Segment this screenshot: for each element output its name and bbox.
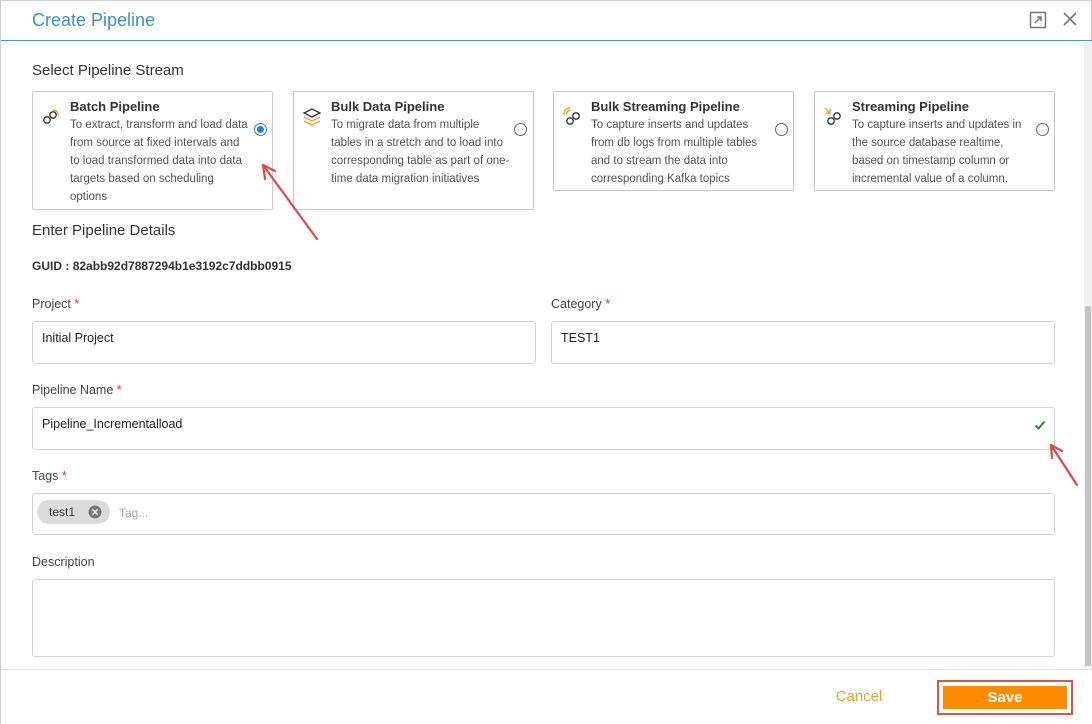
dialog-header: Create Pipeline bbox=[1, 1, 1092, 41]
pipeline-name-input[interactable]: Pipeline_Incrementalload bbox=[32, 407, 1055, 450]
expand-icon[interactable] bbox=[1029, 11, 1047, 29]
guid-value: 82abb92d7887294b1e3192c7ddbb0915 bbox=[72, 259, 292, 273]
cancel-button[interactable]: Cancel bbox=[823, 683, 895, 711]
description-label: Description bbox=[32, 555, 95, 569]
batch-pipeline-card[interactable]: Batch Pipeline To extract, transform and… bbox=[32, 91, 273, 210]
annotation-arrow bbox=[1049, 443, 1079, 487]
project-label: Project * bbox=[32, 297, 80, 311]
bulk-streaming-pipeline-card[interactable]: Bulk Streaming Pipeline To capture inser… bbox=[553, 91, 794, 191]
card-description: To capture inserts and updates in the so… bbox=[852, 119, 1022, 185]
category-field[interactable]: TEST1 bbox=[551, 321, 1055, 364]
card-description: To extract, transform and load data from… bbox=[70, 119, 248, 203]
card-title: Batch Pipeline bbox=[70, 99, 160, 114]
dialog-footer bbox=[1, 669, 1092, 724]
save-button-highlight: Save bbox=[937, 680, 1073, 715]
pipeline-details-heading: Enter Pipeline Details bbox=[32, 222, 176, 239]
pipeline-name-value: Pipeline_Incrementalload bbox=[42, 417, 183, 431]
card-title: Bulk Data Pipeline bbox=[331, 99, 445, 114]
category-label: Category * bbox=[551, 297, 611, 311]
required-mark: * bbox=[605, 297, 611, 311]
guid-text: GUID : 82abb92d7887294b1e3192c7ddbb0915 bbox=[32, 259, 292, 273]
close-icon[interactable] bbox=[1061, 10, 1079, 28]
streaming-icon bbox=[824, 107, 841, 125]
scrollbar-thumb[interactable] bbox=[1085, 306, 1091, 666]
bulk-streaming-pipeline-radio[interactable] bbox=[775, 123, 788, 136]
project-value: Initial Project bbox=[42, 331, 114, 345]
remove-tag-icon[interactable] bbox=[88, 505, 102, 519]
category-value: TEST1 bbox=[561, 331, 600, 345]
streaming-pipeline-card[interactable]: Streaming Pipeline To capture inserts an… bbox=[814, 91, 1055, 191]
required-mark: * bbox=[74, 297, 80, 311]
layers-icon bbox=[302, 108, 322, 126]
project-field[interactable]: Initial Project bbox=[32, 321, 536, 364]
bulk-data-pipeline-card[interactable]: Bulk Data Pipeline To migrate data from … bbox=[293, 91, 534, 210]
tag-chip-label: test1 bbox=[49, 505, 76, 519]
tag-input-placeholder[interactable]: Tag... bbox=[119, 506, 148, 520]
batch-pipeline-icon bbox=[43, 109, 59, 124]
batch-pipeline-radio[interactable] bbox=[254, 123, 267, 136]
select-stream-heading: Select Pipeline Stream bbox=[32, 62, 184, 79]
card-description: To capture inserts and updates from db l… bbox=[591, 119, 758, 185]
card-title: Streaming Pipeline bbox=[852, 99, 970, 114]
dialog-title: Create Pipeline bbox=[32, 10, 156, 30]
card-title: Bulk Streaming Pipeline bbox=[591, 99, 740, 114]
save-button[interactable]: Save bbox=[943, 686, 1067, 709]
bulk-streaming-icon bbox=[563, 107, 580, 125]
create-pipeline-dialog: Create Pipeline Select Pipeline Stream B… bbox=[0, 0, 1092, 724]
guid-label: GUID : bbox=[32, 259, 70, 273]
card-description: To migrate data from multiple tables in … bbox=[331, 119, 510, 185]
tag-chip: test1 bbox=[37, 500, 110, 524]
tags-label: Tags * bbox=[32, 469, 67, 483]
tags-input[interactable] bbox=[32, 493, 1055, 535]
required-mark: * bbox=[61, 469, 67, 483]
required-mark: * bbox=[116, 383, 122, 397]
bulk-data-pipeline-radio[interactable] bbox=[514, 123, 527, 136]
check-icon bbox=[1034, 420, 1046, 430]
pipeline-name-label: Pipeline Name * bbox=[32, 383, 122, 397]
description-textarea[interactable] bbox=[32, 579, 1055, 657]
streaming-pipeline-radio[interactable] bbox=[1036, 123, 1049, 136]
